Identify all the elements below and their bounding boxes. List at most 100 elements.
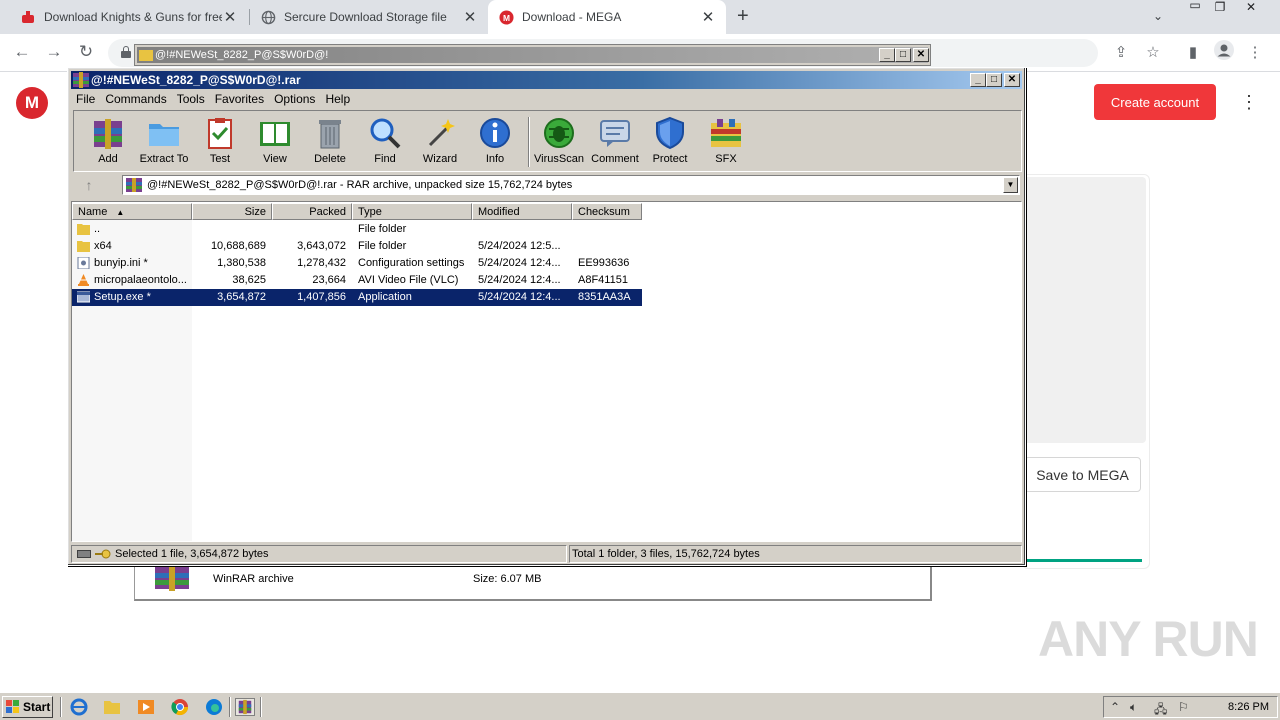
menu-help[interactable]: Help <box>320 90 355 109</box>
bookmark-star-icon[interactable]: ☆ <box>1143 43 1163 61</box>
info-button[interactable]: Info <box>467 115 523 169</box>
tab-secure-download[interactable]: Sercure Download Storage file ✕ <box>250 0 488 34</box>
table-row[interactable]: x64 10,688,689 3,643,072 File folder 5/2… <box>72 238 642 255</box>
close-icon[interactable]: ✕ <box>222 8 238 26</box>
menu-favorites[interactable]: Favorites <box>210 90 269 109</box>
cell-name: micropalaeontolo... <box>94 274 187 286</box>
info-icon <box>480 118 510 148</box>
menu-options[interactable]: Options <box>269 90 320 109</box>
window-title: @!#NEWeSt_8282_P@S$W0rD@!.rar <box>91 73 301 87</box>
volume-icon[interactable]: 🔈︎ <box>1130 700 1137 715</box>
dialog-title: @!#NEWeSt_8282_P@S$W0rD@! <box>155 49 329 61</box>
close-icon[interactable]: ✕ <box>1004 73 1020 87</box>
toolbar-label: Info <box>485 153 505 165</box>
new-tab-icon[interactable]: + <box>737 5 749 28</box>
cell-packed: 23,664 <box>312 274 346 286</box>
extract-to-button[interactable]: Extract To <box>136 115 192 169</box>
comment-icon <box>600 120 630 147</box>
winrar-archive-icon <box>155 565 189 591</box>
close-icon[interactable]: ✕ <box>700 8 716 26</box>
minimize-icon[interactable]: ▭ <box>1184 0 1206 16</box>
column-header-name[interactable]: Name ▲ <box>72 203 192 220</box>
tray-expand-icon[interactable]: ⌃ <box>1110 700 1120 714</box>
column-header-size[interactable]: Size <box>192 203 272 220</box>
table-row[interactable]: micropalaeontolo... 38,625 23,664 AVI Vi… <box>72 272 642 289</box>
tab-mega[interactable]: M Download - MEGA ✕ <box>488 0 726 34</box>
cell-type: AVI Video File (VLC) <box>358 274 459 286</box>
close-icon[interactable]: ✕ <box>462 8 478 26</box>
tab-title: Download Knights & Guns for free on <box>44 10 222 24</box>
comment-button[interactable]: Comment <box>587 115 643 169</box>
maximize-icon[interactable]: □ <box>895 48 911 62</box>
cell-type: Application <box>358 291 412 303</box>
up-arrow-icon[interactable]: ↑ <box>79 177 99 195</box>
table-row[interactable]: bunyip.ini * 1,380,538 1,278,432 Configu… <box>72 255 642 272</box>
dropdown-arrow-icon[interactable]: ▼ <box>1003 177 1018 193</box>
profile-avatar-icon[interactable] <box>1214 40 1234 64</box>
more-options-icon[interactable]: ⋮ <box>1240 92 1258 113</box>
mega-logo[interactable]: M <box>16 87 48 119</box>
save-to-mega-button[interactable]: Save to MEGA <box>1024 457 1141 492</box>
minimize-icon[interactable]: _ <box>879 48 895 62</box>
protect-button[interactable]: Protect <box>642 115 698 169</box>
add-button[interactable]: Add <box>80 115 136 169</box>
sfx-button[interactable]: SFX <box>698 115 754 169</box>
ie-icon[interactable] <box>69 698 89 716</box>
status-bar: Selected 1 file, 3,654,872 bytes Total 1… <box>71 545 1022 563</box>
cell-modified: 5/24/2024 12:4... <box>478 274 561 286</box>
tab-title: Sercure Download Storage file <box>284 10 447 24</box>
delete-button[interactable]: Delete <box>302 115 358 169</box>
tab-download-knights[interactable]: Download Knights & Guns for free on ✕ <box>10 0 248 34</box>
reload-icon[interactable]: ↻ <box>75 42 97 62</box>
file-preview <box>1022 177 1146 443</box>
table-row-selected[interactable]: Setup.exe * 3,654,872 1,407,856 Applicat… <box>72 289 642 306</box>
action-center-flag-icon[interactable]: ⚐ <box>1178 700 1189 714</box>
winrar-taskbar-icon[interactable] <box>235 698 255 716</box>
chrome-icon[interactable] <box>170 698 190 716</box>
key-icon <box>95 549 111 559</box>
view-button[interactable]: View <box>247 115 303 169</box>
back-icon[interactable]: ← <box>11 42 33 62</box>
create-account-button[interactable]: Create account <box>1094 84 1216 120</box>
wizard-button[interactable]: Wizard <box>412 115 468 169</box>
find-button[interactable]: Find <box>357 115 413 169</box>
chrome-menu-icon[interactable]: ⋮ <box>1245 43 1265 61</box>
archive-path-field[interactable]: @!#NEWeSt_8282_P@S$W0rD@!.rar - RAR arch… <box>122 175 1020 195</box>
column-header-type[interactable]: Type <box>352 203 472 220</box>
test-button[interactable]: Test <box>192 115 248 169</box>
media-player-icon[interactable] <box>136 698 156 716</box>
column-header-modified[interactable]: Modified <box>472 203 572 220</box>
toolbar-label: View <box>263 153 287 165</box>
forward-icon[interactable]: → <box>43 42 65 62</box>
browser-tabstrip: Download Knights & Guns for free on ✕ Se… <box>0 0 1280 34</box>
network-icon[interactable]: 🖧︎ <box>1154 700 1167 720</box>
minimize-icon[interactable]: _ <box>970 73 986 87</box>
restore-icon[interactable]: ❐ <box>1209 0 1231 18</box>
menu-file[interactable]: File <box>71 90 100 109</box>
column-header-checksum[interactable]: Checksum <box>572 203 642 220</box>
edge-icon[interactable] <box>204 698 224 716</box>
table-row[interactable]: .. File folder <box>72 221 642 238</box>
menu-tools[interactable]: Tools <box>172 90 210 109</box>
status-left: Selected 1 file, 3,654,872 bytes <box>71 545 567 563</box>
close-icon[interactable]: ✕ <box>913 48 929 62</box>
clock[interactable]: 8:26 PM <box>1228 701 1269 713</box>
cell-size: 1,380,538 <box>217 257 266 269</box>
menu-commands[interactable]: Commands <box>100 90 171 109</box>
column-header-packed[interactable]: Packed <box>272 203 352 220</box>
close-window-icon[interactable]: ✕ <box>1240 0 1262 18</box>
start-button[interactable]: Start <box>2 696 53 718</box>
virusscan-button[interactable]: VirusScan <box>531 115 587 169</box>
maximize-icon[interactable]: □ <box>986 73 1002 87</box>
cell-modified: 5/24/2024 12:4... <box>478 257 561 269</box>
status-right: Total 1 folder, 3 files, 15,762,724 byte… <box>569 545 1022 563</box>
magic-wand-icon <box>428 119 455 147</box>
chevron-down-icon[interactable]: ⌄ <box>1153 9 1163 23</box>
drive-icon <box>77 550 91 558</box>
side-panel-icon[interactable]: ▮ <box>1183 43 1203 61</box>
globe-icon <box>260 9 276 25</box>
winrar-titlebar[interactable]: @!#NEWeSt_8282_P@S$W0rD@!.rar _ □ ✕ <box>71 71 1022 89</box>
share-icon[interactable]: ⇪ <box>1111 43 1131 61</box>
file-list[interactable]: Name ▲ Size Packed Type Modified Checksu… <box>71 201 1022 542</box>
file-explorer-icon[interactable] <box>102 698 122 716</box>
